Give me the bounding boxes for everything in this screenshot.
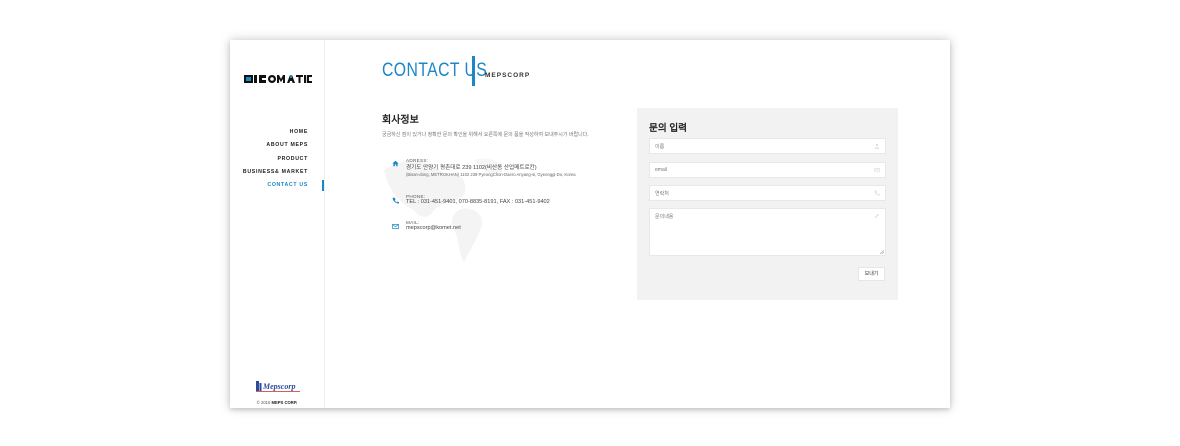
mail-icon (392, 224, 399, 229)
nav-item-about-meps[interactable]: ABOUT MEPS (230, 139, 324, 152)
home-icon (392, 160, 399, 167)
resize-handle-icon[interactable] (880, 250, 884, 254)
nav-item-home[interactable]: HOME (230, 126, 324, 139)
phone-icon (392, 197, 399, 204)
phone-field[interactable]: 연락처 (649, 185, 886, 201)
message-textarea[interactable]: 문의내용 (649, 208, 886, 256)
name-placeholder: 이름 (655, 144, 665, 150)
phone-placeholder: 연락처 (655, 191, 669, 197)
browser-page: HOME ABOUT MEPS PRODUCT BUSINESS& MARKET… (230, 40, 950, 408)
main-content: CONTACT US MEPSCORP 회사정보 궁금하신 점이 있거나 정확한… (324, 40, 950, 408)
inquiry-form: 문의 입력 이름 email 연락처 문의내용 보내기 (637, 108, 898, 300)
user-icon (874, 143, 880, 149)
address-korean: 경기도 안양기 평촌대로 239 1102(비산동 산업메트로칸) (406, 165, 537, 171)
message-placeholder: 문의내용 (655, 214, 674, 220)
site-logo[interactable] (244, 74, 312, 84)
copyright-prefix: © 2015 (256, 400, 272, 405)
nav-item-business-market[interactable]: BUSINESS& MARKET (230, 166, 324, 179)
form-heading: 문의 입력 (649, 123, 687, 134)
nav-item-product[interactable]: PRODUCT (230, 153, 324, 166)
company-info-heading: 회사정보 (382, 115, 419, 126)
main-nav: HOME ABOUT MEPS PRODUCT BUSINESS& MARKET… (230, 126, 324, 192)
mini-logo-text: Mepscorp (262, 382, 295, 391)
email-placeholder: email (655, 167, 667, 173)
mail-value[interactable]: mepscorp@komet.net (406, 225, 461, 231)
title-divider (472, 56, 475, 86)
page-subtitle: MEPSCORP (485, 72, 531, 79)
copyright-company: MEPS CORP. (271, 400, 298, 405)
email-field[interactable]: email (649, 162, 886, 178)
company-info-description: 궁금하신 점이 있거나 정확한 문의 확인을 위해서 요른쪽에 문의 폼을 작성… (382, 132, 589, 138)
envelope-icon (874, 168, 880, 173)
phone-icon (874, 190, 880, 196)
nav-item-contact-us[interactable]: CONTACT US (230, 179, 324, 192)
send-button[interactable]: 보내기 (858, 267, 885, 281)
phone-value: TEL : 031-451-9401, 070-8835-8191, FAX :… (406, 199, 550, 205)
name-field[interactable]: 이름 (649, 138, 886, 154)
copyright: © 2015 MEPS CORP. (230, 400, 324, 405)
sidebar: HOME ABOUT MEPS PRODUCT BUSINESS& MARKET… (230, 40, 325, 408)
pencil-icon (874, 213, 880, 219)
address-english: (Bisan-dong, METROKHAN) 1102 239 PyeongC… (406, 172, 576, 177)
mepscorp-logo: Mepscorp (256, 381, 300, 392)
